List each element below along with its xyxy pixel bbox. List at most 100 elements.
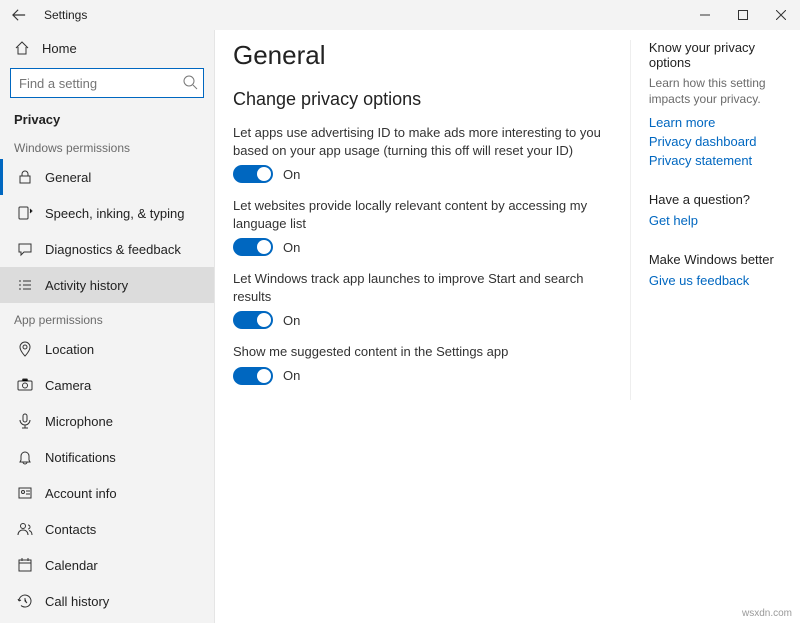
toggle-row: On <box>233 238 618 256</box>
lock-icon <box>17 169 33 185</box>
nav-label: Account info <box>45 486 117 501</box>
group-app-permissions: App permissions <box>0 303 214 331</box>
page-title: General <box>233 40 618 71</box>
toggle-advertising-id[interactable] <box>233 165 273 183</box>
group-windows-permissions: Windows permissions <box>0 131 214 159</box>
minimize-icon <box>700 10 710 20</box>
toggle-row: On <box>233 311 618 329</box>
option-desc: Show me suggested content in the Setting… <box>233 343 618 361</box>
location-icon <box>17 341 33 357</box>
aside-title: Make Windows better <box>649 252 800 267</box>
nav-speech[interactable]: Speech, inking, & typing <box>0 195 214 231</box>
link-privacy-dashboard[interactable]: Privacy dashboard <box>649 134 800 149</box>
nav-camera[interactable]: Camera <box>0 367 214 403</box>
maximize-button[interactable] <box>724 0 762 30</box>
nav-email[interactable]: Email <box>0 619 214 623</box>
nav-call-history[interactable]: Call history <box>0 583 214 619</box>
nav-label: Call history <box>45 594 109 609</box>
list-icon <box>17 277 33 293</box>
option-language-list: Let websites provide locally relevant co… <box>233 197 618 256</box>
nav-diagnostics[interactable]: Diagnostics & feedback <box>0 231 214 267</box>
toggle-knob <box>257 313 271 327</box>
feedback-icon <box>17 241 33 257</box>
history-icon <box>17 593 33 609</box>
aside-know-privacy: Know your privacy options Learn how this… <box>649 40 800 168</box>
window-title: Settings <box>44 8 87 22</box>
minimize-button[interactable] <box>686 0 724 30</box>
nav-label: Diagnostics & feedback <box>45 242 181 257</box>
nav-calendar[interactable]: Calendar <box>0 547 214 583</box>
speech-icon <box>17 205 33 221</box>
toggle-state: On <box>283 313 300 328</box>
option-desc: Let apps use advertising ID to make ads … <box>233 124 618 159</box>
category-label: Privacy <box>0 106 214 131</box>
toggle-row: On <box>233 165 618 183</box>
toggle-state: On <box>283 167 300 182</box>
option-advertising-id: Let apps use advertising ID to make ads … <box>233 124 618 183</box>
nav-label: Camera <box>45 378 91 393</box>
nav-label: Contacts <box>45 522 96 537</box>
aside-better: Make Windows better Give us feedback <box>649 252 800 288</box>
window-controls <box>686 0 800 30</box>
toggle-state: On <box>283 368 300 383</box>
aside-subtitle: Learn how this setting impacts your priv… <box>649 76 800 107</box>
option-app-launches: Let Windows track app launches to improv… <box>233 270 618 329</box>
nav-contacts[interactable]: Contacts <box>0 511 214 547</box>
microphone-icon <box>17 413 33 429</box>
camera-icon <box>17 377 33 393</box>
aside-title: Know your privacy options <box>649 40 800 70</box>
nav-label: Microphone <box>45 414 113 429</box>
nav-activity-history[interactable]: Activity history <box>0 267 214 303</box>
nav-label: Speech, inking, & typing <box>45 206 184 221</box>
nav-label: Notifications <box>45 450 116 465</box>
link-privacy-statement[interactable]: Privacy statement <box>649 153 800 168</box>
nav-label: Location <box>45 342 94 357</box>
search-icon <box>182 74 198 90</box>
close-icon <box>776 10 786 20</box>
main: General Change privacy options Let apps … <box>215 30 800 623</box>
nav-location[interactable]: Location <box>0 331 214 367</box>
nav-notifications[interactable]: Notifications <box>0 439 214 475</box>
option-desc: Let websites provide locally relevant co… <box>233 197 618 232</box>
watermark: wsxdn.com <box>742 608 792 619</box>
app-body: Home Privacy Windows permissions General… <box>0 30 800 623</box>
link-feedback[interactable]: Give us feedback <box>649 273 800 288</box>
home-label: Home <box>42 41 77 56</box>
title-bar: Settings <box>0 0 800 30</box>
arrow-left-icon <box>12 8 26 22</box>
toggle-knob <box>257 167 271 181</box>
back-button[interactable] <box>4 0 34 30</box>
aside: Know your privacy options Learn how this… <box>631 40 800 623</box>
nav-account-info[interactable]: Account info <box>0 475 214 511</box>
account-icon <box>17 485 33 501</box>
calendar-icon <box>17 557 33 573</box>
toggle-app-launches[interactable] <box>233 311 273 329</box>
toggle-language-list[interactable] <box>233 238 273 256</box>
maximize-icon <box>738 10 748 20</box>
option-suggested-content: Show me suggested content in the Setting… <box>233 343 618 385</box>
search-input[interactable] <box>10 68 204 98</box>
toggle-knob <box>257 369 271 383</box>
bell-icon <box>17 449 33 465</box>
link-learn-more[interactable]: Learn more <box>649 115 800 130</box>
home-button[interactable]: Home <box>0 30 214 66</box>
nav-label: Activity history <box>45 278 128 293</box>
nav-label: General <box>45 170 91 185</box>
nav-general[interactable]: General <box>0 159 214 195</box>
link-get-help[interactable]: Get help <box>649 213 800 228</box>
toggle-suggested-content[interactable] <box>233 367 273 385</box>
sidebar: Home Privacy Windows permissions General… <box>0 30 215 623</box>
search-wrap <box>10 68 204 98</box>
aside-title: Have a question? <box>649 192 800 207</box>
aside-question: Have a question? Get help <box>649 192 800 228</box>
toggle-row: On <box>233 367 618 385</box>
title-bar-left: Settings <box>0 0 87 30</box>
nav-microphone[interactable]: Microphone <box>0 403 214 439</box>
option-desc: Let Windows track app launches to improv… <box>233 270 618 305</box>
nav-label: Calendar <box>45 558 98 573</box>
close-button[interactable] <box>762 0 800 30</box>
content: General Change privacy options Let apps … <box>233 40 631 400</box>
toggle-state: On <box>283 240 300 255</box>
contacts-icon <box>17 521 33 537</box>
home-icon <box>14 40 30 56</box>
